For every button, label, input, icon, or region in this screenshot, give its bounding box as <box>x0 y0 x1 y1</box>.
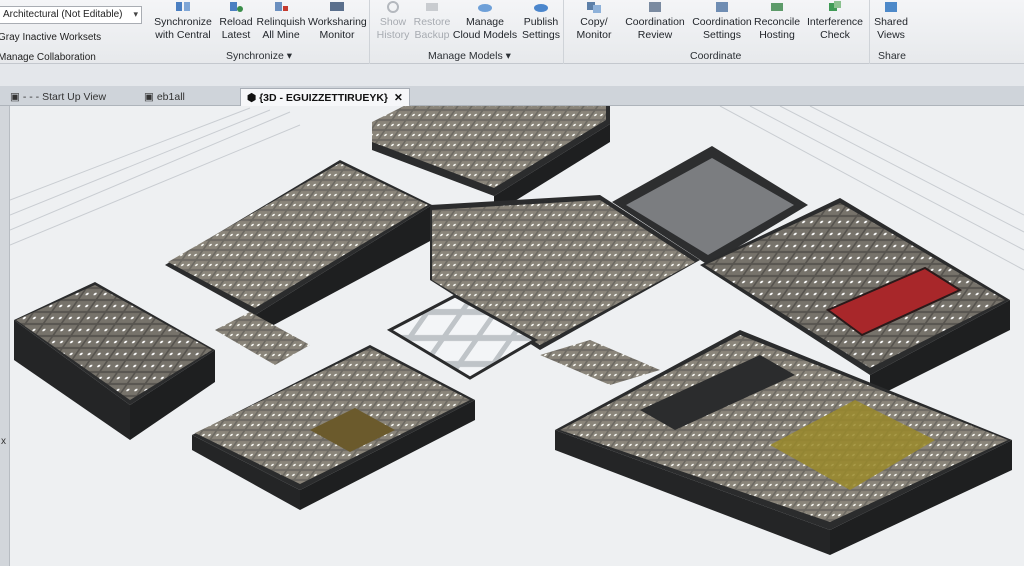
gray-inactive-worksets-button[interactable]: Gray Inactive Worksets <box>0 32 101 43</box>
chevron-down-icon: ▾ <box>133 9 138 19</box>
manage-models-group-label: Manage Models ▾ <box>428 50 511 62</box>
view-icon: ▣ <box>10 91 23 103</box>
revit-window: Architectural (Not Editable) ▾ Gray Inac… <box>0 0 1024 566</box>
3d-viewport[interactable] <box>10 106 1024 566</box>
publish-settings-button[interactable]: Publish Settings <box>520 0 562 41</box>
synchronize-group: Synchronize with Central Reload Latest R… <box>148 0 370 64</box>
wing-northwest <box>165 160 432 335</box>
close-icon[interactable]: x <box>1 436 6 447</box>
shared-views-icon <box>885 2 897 12</box>
active-workset-dropdown[interactable]: Architectural (Not Editable) ▾ <box>0 6 142 24</box>
coordination-settings-button[interactable]: Coordination Settings <box>690 0 754 41</box>
coordination-review-label: Coordination Review <box>625 16 685 41</box>
manage-models-group: Show History Restore Backup Manage Cloud… <box>372 0 564 64</box>
coordinate-group-label: Coordinate <box>690 50 742 62</box>
corridor-west <box>215 312 310 365</box>
reload-latest-label: Reload Latest <box>219 16 253 41</box>
copy-monitor-button[interactable]: Copy/ Monitor <box>570 0 618 41</box>
sync-central-label: Synchronize with Central <box>154 16 212 41</box>
tab-startup-view[interactable]: ▣ - - - Start Up View <box>4 88 112 106</box>
reload-latest-button[interactable]: Reload Latest <box>216 0 256 41</box>
relinquish-label: Relinquish All Mine <box>256 16 306 41</box>
show-history-button[interactable]: Show History <box>376 0 410 41</box>
ribbon-shadow-strip <box>0 64 1024 86</box>
shared-views-button[interactable]: Shared Views <box>872 0 910 41</box>
restore-backup-label: Restore Backup <box>413 16 451 41</box>
coordination-review-button[interactable]: Coordination Review <box>622 0 688 41</box>
relinquish-icon <box>275 2 288 11</box>
show-history-label: Show History <box>376 16 410 41</box>
sync-icon <box>176 2 190 11</box>
shared-views-label: Shared Views <box>874 16 908 41</box>
reload-icon <box>230 2 243 12</box>
interference-check-button[interactable]: Interference Check <box>804 0 866 41</box>
corridor-east <box>540 340 660 385</box>
share-group: Shared Views Share <box>872 0 912 64</box>
tab-label: {3D - EGUIZZETTIRUEYK} <box>259 92 389 104</box>
monitor-icon <box>330 2 344 11</box>
restore-backup-button[interactable]: Restore Backup <box>412 0 452 41</box>
view-tab-bar: ▣ - - - Start Up View ▣ eb1all ⬢ {3D - E… <box>0 86 1024 106</box>
relinquish-all-mine-button[interactable]: Relinquish All Mine <box>256 0 306 41</box>
coordination-settings-label: Coordination Settings <box>692 16 752 41</box>
wing-west <box>14 282 215 440</box>
publish-settings-label: Publish Settings <box>522 16 560 41</box>
history-icon <box>387 1 399 13</box>
left-panel-edge: x <box>0 106 10 566</box>
close-icon[interactable]: ✕ <box>394 92 403 104</box>
share-group-label: Share <box>878 50 907 62</box>
tab-label: - - - Start Up View <box>22 91 107 103</box>
interference-icon <box>829 1 841 11</box>
synchronize-group-label: Synchronize ▾ <box>226 50 292 62</box>
settings-icon <box>716 2 728 12</box>
wing-south-central <box>192 345 475 510</box>
reconcile-hosting-label: Reconcile Hosting <box>754 16 801 41</box>
tab-eb1all[interactable]: ▣ eb1all <box>138 88 191 106</box>
active-workset-value: Architectural (Not Editable) <box>3 9 123 20</box>
worksets-panel: Architectural (Not Editable) ▾ Gray Inac… <box>0 0 146 64</box>
reconcile-icon <box>771 3 783 11</box>
tab-3d-view[interactable]: ⬢ {3D - EGUIZZETTIRUEYK} ✕ <box>240 88 410 106</box>
copy-monitor-icon <box>587 2 601 13</box>
ribbon: Architectural (Not Editable) ▾ Gray Inac… <box>0 0 1024 64</box>
synchronize-with-central-button[interactable]: Synchronize with Central <box>152 0 214 41</box>
coordinate-group: Copy/ Monitor Coordination Review Coordi… <box>566 0 870 64</box>
review-icon <box>649 2 661 12</box>
view-icon: ▣ <box>144 91 157 103</box>
cube-icon: ⬢ <box>247 92 260 104</box>
worksharing-monitor-label: Worksharing Monitor <box>308 16 367 41</box>
restore-icon <box>426 3 438 11</box>
manage-cloud-label: Manage Cloud Models <box>452 16 518 41</box>
manage-collaboration-button[interactable]: Manage Collaboration <box>0 52 96 63</box>
publish-icon <box>534 4 548 12</box>
building-model <box>10 106 1024 555</box>
copy-monitor-label: Copy/ Monitor <box>576 16 612 41</box>
worksharing-monitor-button[interactable]: Worksharing Monitor <box>308 0 367 41</box>
cloud-icon <box>478 4 492 12</box>
tab-label: eb1all <box>156 91 185 103</box>
reconcile-hosting-button[interactable]: Reconcile Hosting <box>754 0 800 41</box>
interference-check-label: Interference Check <box>806 16 864 41</box>
manage-cloud-models-button[interactable]: Manage Cloud Models <box>452 0 518 41</box>
